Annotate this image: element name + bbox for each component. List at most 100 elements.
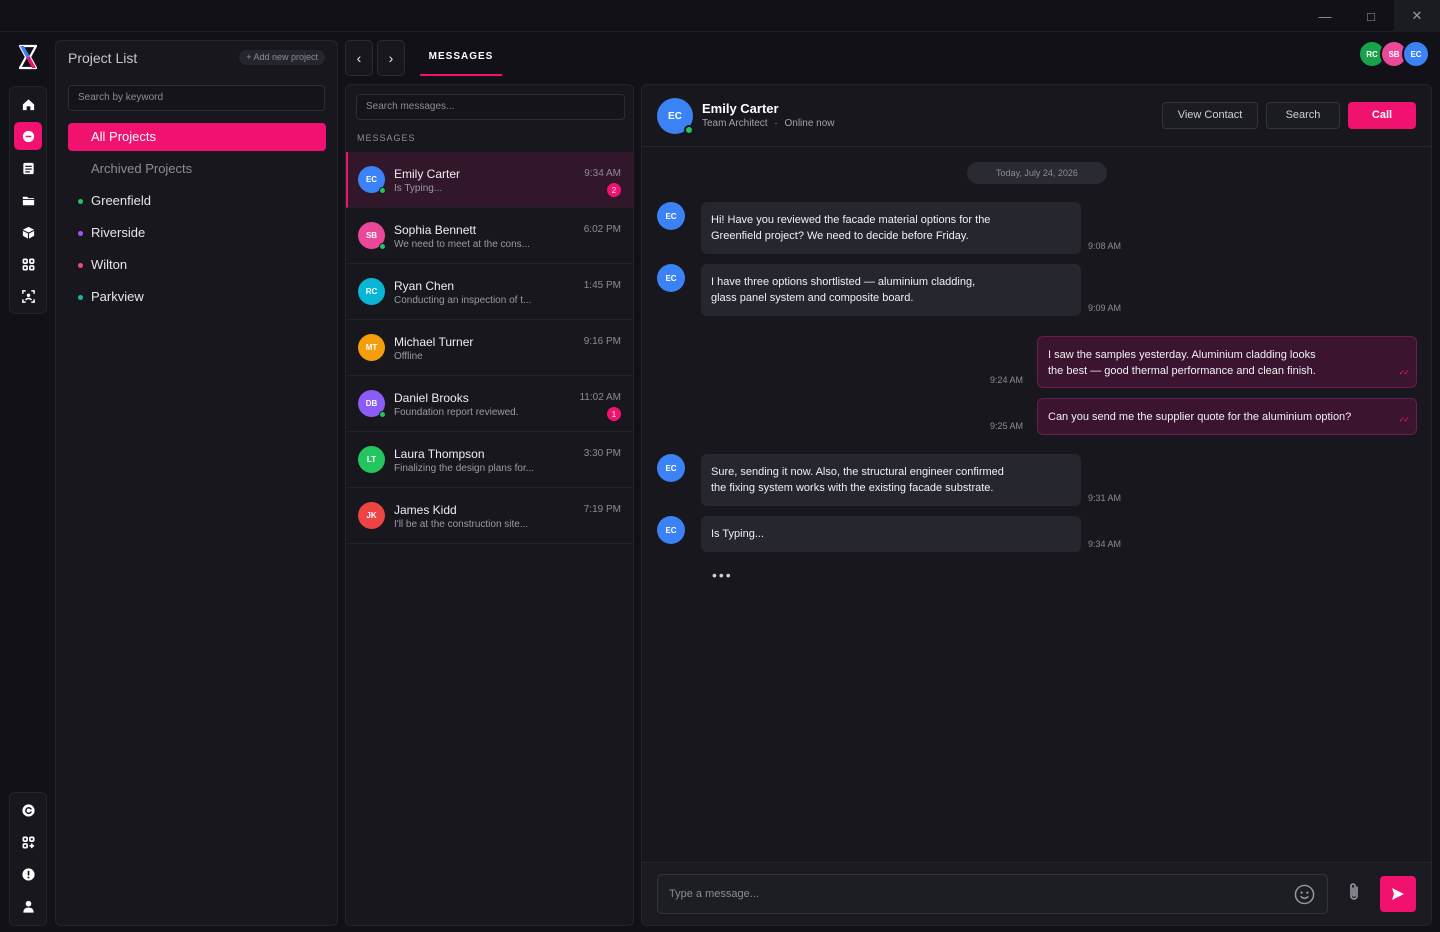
conversation-name: James Kidd bbox=[394, 503, 457, 517]
message-input[interactable]: Type a message... bbox=[657, 874, 1328, 914]
message-bubble: I have three options shortlisted — alumi… bbox=[701, 264, 1081, 316]
nav-apps-button[interactable] bbox=[14, 250, 42, 278]
forward-button[interactable]: › bbox=[377, 40, 405, 76]
add-widget-button[interactable] bbox=[14, 828, 42, 856]
avatar: DB bbox=[358, 390, 386, 418]
tab-all-projects[interactable]: All Projects bbox=[68, 123, 326, 151]
message-line: glass panel system and composite board. bbox=[711, 292, 914, 304]
chat-panel: EC Emily Carter Team Architect · Online … bbox=[641, 84, 1432, 926]
message-time: 9:34 AM bbox=[1088, 539, 1122, 549]
project-item-label: Parkview bbox=[91, 289, 144, 304]
call-button[interactable]: Call bbox=[1348, 102, 1416, 129]
conversation-item[interactable]: DB Daniel Brooks Foundation report revie… bbox=[346, 376, 634, 432]
conversation-name: Daniel Brooks bbox=[394, 391, 469, 405]
message-search-input[interactable]: Search messages... bbox=[356, 94, 625, 120]
message-line: the fixing system works with the existin… bbox=[711, 482, 994, 494]
conversation-time: 9:34 AM bbox=[584, 168, 621, 179]
view-contact-button[interactable]: View Contact bbox=[1162, 102, 1258, 129]
contact-subtitle: Team Architect · Online now bbox=[702, 118, 835, 129]
project-item-parkview[interactable]: Parkview bbox=[68, 283, 326, 311]
conversation-item[interactable]: MT Michael Turner Offline 9:16 PM bbox=[346, 320, 634, 376]
message-time: 9:24 AM bbox=[990, 375, 1024, 385]
project-item-riverside[interactable]: Riverside bbox=[68, 219, 326, 247]
tab-archived-projects[interactable]: Archived Projects bbox=[68, 155, 326, 183]
minimize-button[interactable]: — bbox=[1302, 0, 1348, 32]
nav-home-button[interactable] bbox=[14, 90, 42, 118]
message-bubble: Hi! Have you reviewed the facade materia… bbox=[701, 202, 1081, 254]
message-bubble: Can you send me the supplier quote for t… bbox=[1037, 398, 1417, 435]
refresh-icon bbox=[21, 803, 35, 817]
message-bubble: Is Typing... bbox=[701, 516, 1081, 552]
profile-button[interactable] bbox=[14, 892, 42, 920]
conversation-item[interactable]: EC Emily Carter Is Typing... 9:34 AM 2 bbox=[346, 152, 634, 208]
conversation-preview: Conducting an inspection of t... bbox=[394, 295, 532, 306]
conversation-time: 11:02 AM bbox=[579, 392, 621, 403]
avatar[interactable]: EC bbox=[1402, 40, 1430, 68]
tab-messages[interactable]: MESSAGES bbox=[420, 40, 502, 76]
conversation-list-panel: Search messages... MESSAGES EC Emily Car… bbox=[345, 84, 634, 926]
conversation-item[interactable]: RC Ryan Chen Conducting an inspection of… bbox=[346, 264, 634, 320]
project-color-dot bbox=[78, 231, 83, 236]
project-list-title: Project List bbox=[68, 50, 138, 66]
project-item-label: Wilton bbox=[91, 257, 128, 272]
project-item-greenfield[interactable]: Greenfield bbox=[68, 187, 326, 215]
avatar: RC bbox=[358, 278, 385, 305]
nav-scan-button[interactable] bbox=[14, 282, 42, 310]
maximize-button[interactable]: □ bbox=[1348, 0, 1394, 32]
read-receipt-icon: ✓✓ bbox=[1398, 415, 1410, 424]
chat-search-button[interactable]: Search bbox=[1266, 102, 1340, 129]
conversation-preview: I'll be at the construction site... bbox=[394, 519, 529, 530]
scan-face-icon bbox=[21, 289, 35, 303]
conversation-item[interactable]: JK James Kidd I'll be at the constructio… bbox=[346, 488, 634, 544]
conversation-time: 6:02 PM bbox=[583, 224, 621, 235]
add-project-button[interactable]: + Add new project bbox=[239, 50, 325, 65]
project-item-wilton[interactable]: Wilton bbox=[68, 251, 326, 279]
emoji-icon[interactable] bbox=[1294, 884, 1315, 905]
project-list-panel: Project List + Add new project Search by… bbox=[55, 40, 338, 926]
cube-icon bbox=[22, 226, 34, 239]
conversation-item[interactable]: LT Laura Thompson Finalizing the design … bbox=[346, 432, 634, 488]
sync-button[interactable] bbox=[14, 796, 42, 824]
conversation-name: Michael Turner bbox=[394, 335, 474, 349]
project-color-dot bbox=[78, 295, 83, 300]
nav-models-button[interactable] bbox=[14, 218, 42, 246]
nav-files-button[interactable] bbox=[14, 186, 42, 214]
unread-badge: 1 bbox=[607, 407, 621, 421]
window-titlebar: — □ ✕ bbox=[0, 0, 1440, 32]
chat-header: EC Emily Carter Team Architect · Online … bbox=[642, 85, 1431, 147]
composer-bar: Type a message... bbox=[642, 862, 1431, 925]
attachment-icon[interactable] bbox=[1344, 881, 1364, 903]
conversation-name: Emily Carter bbox=[394, 167, 461, 181]
message-line: I saw the samples yesterday. Aluminium c… bbox=[1048, 349, 1316, 361]
project-search-input[interactable]: Search by keyword bbox=[68, 85, 325, 111]
close-button[interactable]: ✕ bbox=[1394, 0, 1440, 32]
online-indicator bbox=[379, 243, 386, 250]
participant-avatars: RC SB EC bbox=[1358, 40, 1438, 68]
online-indicator bbox=[379, 411, 386, 418]
send-button[interactable] bbox=[1380, 876, 1416, 912]
date-separator: Today, July 24, 2026 bbox=[967, 162, 1107, 184]
message-line: Can you send me the supplier quote for t… bbox=[1048, 411, 1352, 423]
secondary-nav-rail bbox=[9, 792, 47, 926]
conversation-name: Sophia Bennett bbox=[394, 223, 477, 237]
nav-list-button[interactable] bbox=[14, 154, 42, 182]
back-button[interactable]: ‹ bbox=[345, 40, 373, 76]
nav-messages-button[interactable] bbox=[14, 122, 42, 150]
avatar: LT bbox=[358, 446, 385, 473]
chat-icon bbox=[22, 130, 34, 142]
avatar: SB bbox=[358, 222, 386, 250]
avatar: EC bbox=[657, 454, 685, 482]
avatar[interactable]: EC bbox=[657, 98, 694, 135]
alerts-button[interactable] bbox=[14, 860, 42, 888]
project-item-label: Greenfield bbox=[91, 193, 151, 208]
message-time: 9:09 AM bbox=[1088, 303, 1122, 313]
conversation-preview: Finalizing the design plans for... bbox=[394, 463, 535, 474]
conversation-time: 7:19 PM bbox=[583, 504, 621, 515]
project-color-dot bbox=[78, 263, 83, 268]
conversation-item[interactable]: SB Sophia Bennett We need to meet at the… bbox=[346, 208, 634, 264]
message-line: Sure, sending it now. Also, the structur… bbox=[711, 466, 1004, 478]
subtitle-separator: · bbox=[774, 118, 778, 129]
conversation-time: 1:45 PM bbox=[583, 280, 621, 291]
message-line: Greenfield project? We need to decide be… bbox=[711, 230, 969, 242]
contact-name: Emily Carter bbox=[702, 101, 779, 116]
